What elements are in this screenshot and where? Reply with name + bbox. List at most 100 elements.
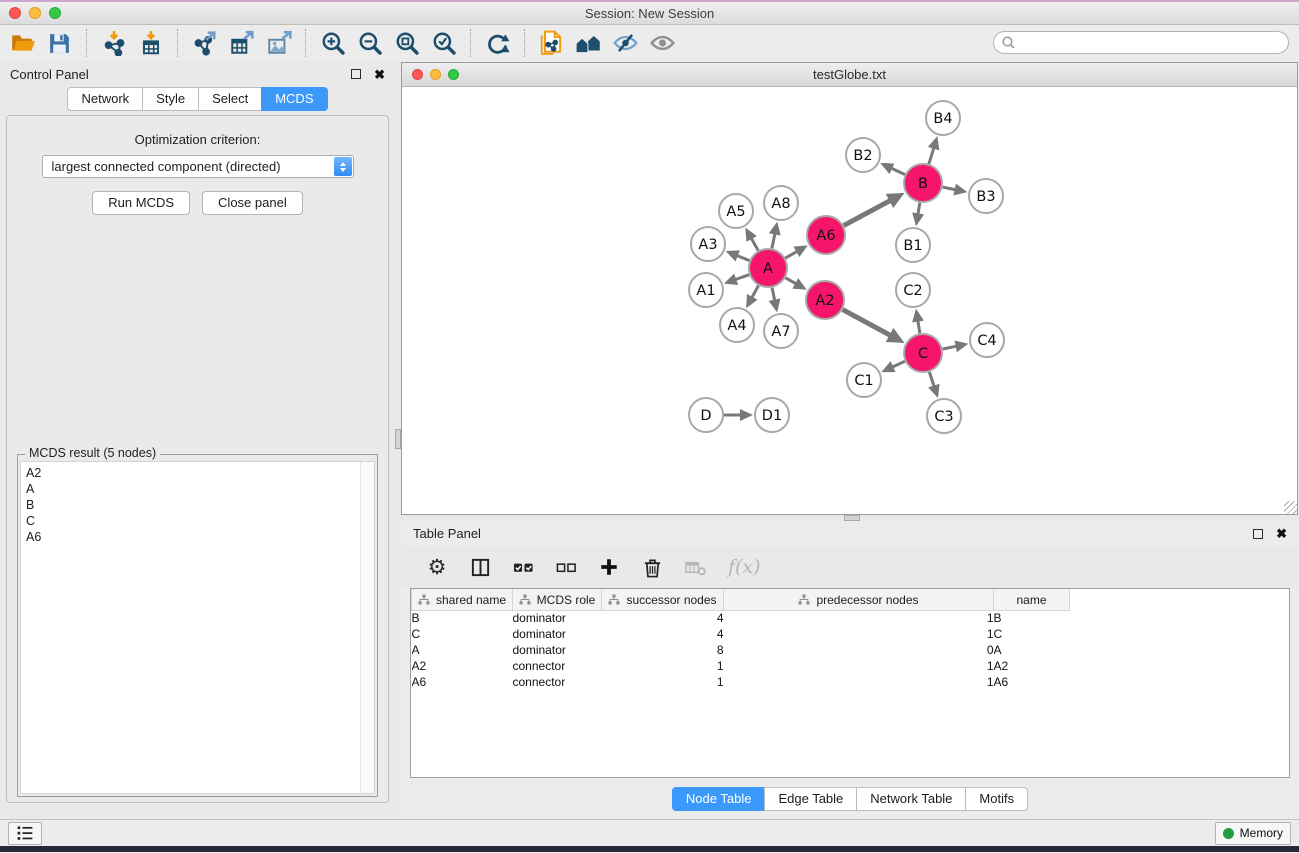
mcds-result-item[interactable]: B	[26, 497, 355, 513]
float-panel-icon[interactable]	[351, 69, 361, 79]
close-table-panel-icon[interactable]: ✖	[1276, 527, 1287, 540]
result-scrollbar[interactable]	[360, 462, 374, 793]
float-table-panel-icon[interactable]	[1253, 529, 1263, 539]
column-header-shared-name[interactable]: shared name	[412, 589, 513, 610]
function-builder-button[interactable]: f(x)	[728, 556, 761, 578]
table-row[interactable]: A6connector11A6	[412, 674, 1290, 690]
graph-edge[interactable]	[943, 187, 956, 190]
graph-edge[interactable]	[929, 148, 934, 164]
minimize-window-icon[interactable]	[29, 7, 41, 19]
tab-network[interactable]: Network	[67, 87, 143, 111]
zoom-selected-icon	[431, 30, 457, 56]
control-panel: Control Panel ✖ Network Style Select MCD…	[0, 61, 395, 819]
table-cell: A	[412, 642, 513, 658]
graph-edge[interactable]	[943, 346, 957, 349]
export-network-button[interactable]	[186, 27, 223, 59]
export-table-button[interactable]	[223, 27, 260, 59]
graph-edge[interactable]	[844, 200, 891, 225]
column-header-mcds-role[interactable]: MCDS role	[513, 589, 602, 610]
resize-grip-icon[interactable]	[1284, 501, 1297, 514]
new-network-from-selection-button[interactable]	[533, 27, 570, 59]
graph-edge[interactable]	[735, 275, 749, 280]
search-input[interactable]	[993, 31, 1289, 54]
close-window-icon[interactable]	[9, 7, 21, 19]
graph-edge[interactable]	[752, 286, 759, 298]
graph-edge[interactable]	[772, 288, 775, 301]
attribute-icon	[798, 594, 810, 606]
hide-selected-button[interactable]	[607, 27, 644, 59]
table-row[interactable]: Cdominator41C	[412, 626, 1290, 642]
graph-node-label: A7	[771, 324, 790, 340]
column-browser-button[interactable]	[469, 557, 491, 578]
tab-select[interactable]: Select	[198, 87, 262, 111]
table-cell: connector	[513, 674, 602, 690]
graph-edge[interactable]	[843, 310, 891, 336]
mcds-result-item[interactable]: A2	[26, 465, 355, 481]
graph-edge[interactable]	[751, 238, 758, 251]
column-header-successor-nodes[interactable]: successor nodes	[602, 589, 724, 610]
table-row[interactable]: Bdominator41B	[412, 610, 1290, 626]
tab-mcds[interactable]: MCDS	[261, 87, 327, 111]
criterion-select[interactable]: largest connected component (directed)	[42, 155, 354, 178]
split-handle[interactable]	[844, 515, 860, 521]
close-panel-button[interactable]: Close panel	[202, 191, 303, 215]
mcds-result-item[interactable]: A6	[26, 529, 355, 545]
delete-column-button[interactable]	[641, 557, 663, 578]
mcds-result-item[interactable]: A	[26, 481, 355, 497]
delete-table-button[interactable]	[684, 557, 707, 578]
graph-edge[interactable]	[892, 361, 905, 367]
table-cell: 8	[602, 642, 724, 658]
open-session-button[interactable]	[4, 27, 41, 59]
table-row[interactable]: Adominator80A	[412, 642, 1290, 658]
show-graphics-details-button[interactable]	[644, 27, 681, 59]
refresh-view-button[interactable]	[479, 27, 516, 59]
minimize-network-icon[interactable]	[430, 69, 441, 80]
graph-edge[interactable]	[929, 372, 934, 387]
select-all-columns-button[interactable]	[512, 557, 534, 578]
graph-edge[interactable]	[785, 251, 797, 258]
zoom-window-icon[interactable]	[49, 7, 61, 19]
task-history-button[interactable]	[8, 822, 42, 845]
table-cell: dominator	[513, 642, 602, 658]
graph-edge[interactable]	[772, 233, 775, 248]
graph-edge[interactable]	[891, 168, 905, 174]
toolbar-separator	[305, 29, 306, 57]
tab-node-table[interactable]: Node Table	[672, 787, 766, 811]
network-canvas[interactable]: AA1A2A3A4A5A6A7A8BB1B2B3B4CC1C2C3C4DD1	[402, 87, 1297, 514]
show-all-nodes-button[interactable]	[570, 27, 607, 59]
control-panel-title: Control Panel	[10, 67, 89, 82]
import-table-button[interactable]	[132, 27, 169, 59]
zoom-network-icon[interactable]	[448, 69, 459, 80]
zoom-out-button[interactable]	[351, 27, 388, 59]
table-cell: B	[994, 610, 1070, 626]
save-session-button[interactable]	[41, 27, 78, 59]
export-image-button[interactable]	[260, 27, 297, 59]
column-header-name[interactable]: name	[994, 589, 1070, 610]
graph-edge[interactable]	[737, 256, 750, 261]
tab-network-table[interactable]: Network Table	[856, 787, 966, 811]
horizontal-split-divider[interactable]	[401, 515, 1299, 521]
unselect-all-columns-button[interactable]	[555, 557, 577, 578]
tab-motifs[interactable]: Motifs	[965, 787, 1028, 811]
column-header-predecessor-nodes[interactable]: predecessor nodes	[724, 589, 994, 610]
select-all-icon	[513, 557, 534, 578]
graph-node-label: B3	[976, 189, 995, 205]
import-network-button[interactable]	[95, 27, 132, 59]
create-column-button[interactable]	[598, 557, 620, 577]
zoom-in-button[interactable]	[314, 27, 351, 59]
tab-edge-table[interactable]: Edge Table	[764, 787, 857, 811]
export-image-icon	[266, 30, 292, 56]
close-network-icon[interactable]	[412, 69, 423, 80]
table-row[interactable]: A2connector11A2	[412, 658, 1290, 674]
graph-edge[interactable]	[918, 203, 920, 215]
graph-edge[interactable]	[785, 278, 796, 284]
memory-button[interactable]: Memory	[1215, 822, 1291, 845]
zoom-fit-button[interactable]	[388, 27, 425, 59]
zoom-selected-button[interactable]	[425, 27, 462, 59]
run-mcds-button[interactable]: Run MCDS	[92, 191, 190, 215]
tab-style[interactable]: Style	[142, 87, 199, 111]
mcds-result-item[interactable]: C	[26, 513, 355, 529]
graph-edge[interactable]	[918, 321, 920, 334]
table-options-button[interactable]: ⚙	[426, 557, 448, 578]
close-panel-icon[interactable]: ✖	[374, 68, 385, 81]
